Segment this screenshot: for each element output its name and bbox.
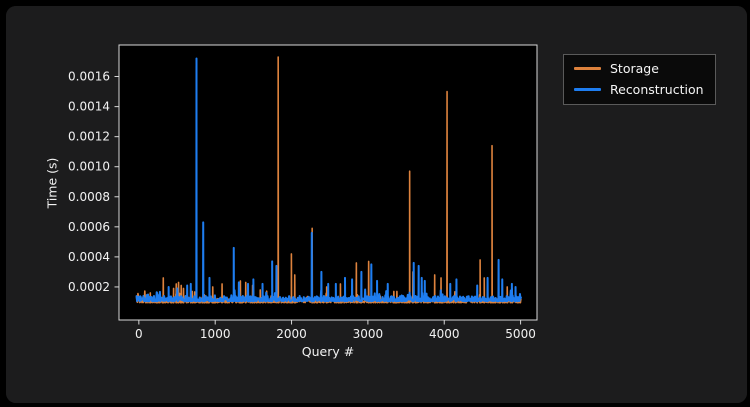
y-tick-label: 0.0006 xyxy=(68,220,110,234)
y-tick-label: 0.0008 xyxy=(68,190,110,204)
app-window: 0.0002 0.0004 0.0006 0.0008 0.0010 0.0012 0.00… xyxy=(6,6,747,403)
legend-label-storage: Storage xyxy=(610,61,659,76)
legend: Storage Reconstruction xyxy=(563,54,716,105)
y-tick-label: 0.0014 xyxy=(68,100,110,114)
y-tick-label: 0.0004 xyxy=(68,250,110,264)
plot-background xyxy=(119,45,537,320)
x-tick-label: 1000 xyxy=(200,327,231,341)
x-tick-label: 3000 xyxy=(353,327,384,341)
legend-item-reconstruction: Reconstruction xyxy=(574,81,704,97)
y-tick-label: 0.0010 xyxy=(68,160,110,174)
x-tick-label: 0 xyxy=(135,327,143,341)
y-tick-label: 0.0016 xyxy=(68,70,110,84)
reconstruction-line-swatch xyxy=(574,88,601,92)
x-tick-label: 2000 xyxy=(276,327,307,341)
y-tick-label: 0.0002 xyxy=(68,280,110,294)
x-tick-label: 5000 xyxy=(505,327,536,341)
legend-label-reconstruction: Reconstruction xyxy=(610,81,704,97)
y-tick-label: 0.0012 xyxy=(68,130,110,144)
y-axis-label: Time (s) xyxy=(44,157,60,209)
x-tick-label: 4000 xyxy=(429,327,460,341)
x-axis-label: Query # xyxy=(301,344,355,359)
storage-line-swatch xyxy=(574,67,601,71)
legend-item-storage: Storage xyxy=(574,62,704,76)
